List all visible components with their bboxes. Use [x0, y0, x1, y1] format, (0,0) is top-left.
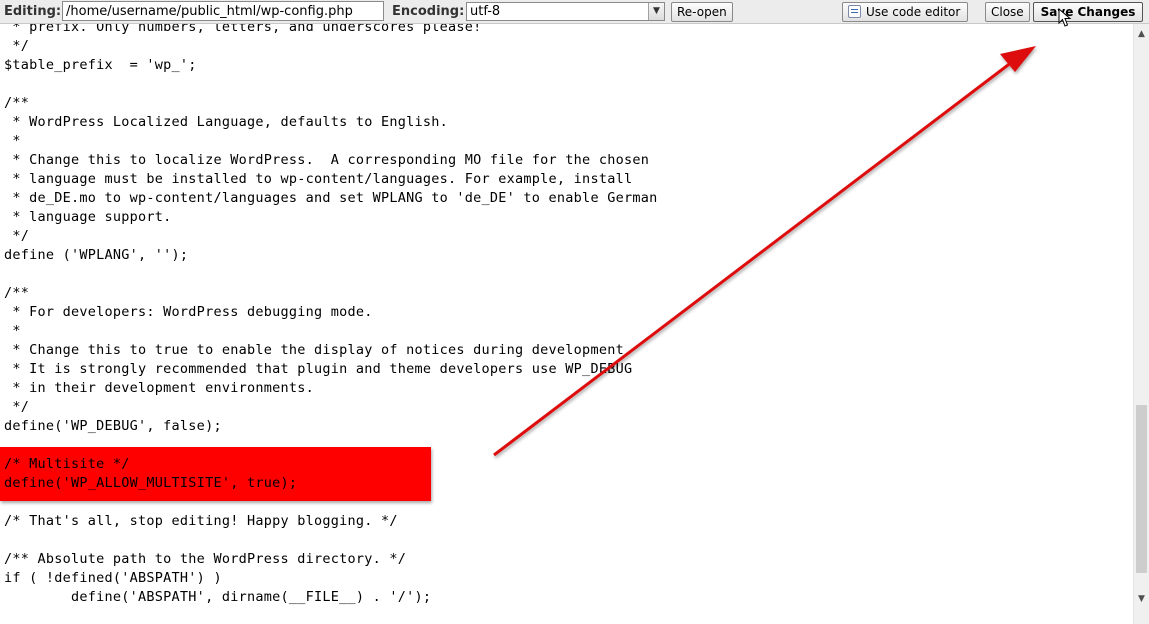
- use-code-editor-button[interactable]: Use code editor: [842, 2, 968, 22]
- encoding-value: utf-8: [470, 4, 501, 19]
- code-line: /** Absolute path to the WordPress direc…: [4, 551, 407, 567]
- vertical-scrollbar[interactable]: ▲ ▼: [1133, 24, 1149, 624]
- code-line: /**: [4, 95, 30, 111]
- code-line: * Change this to true to enable the disp…: [4, 342, 633, 358]
- file-path-input[interactable]: [62, 1, 384, 21]
- code-line: *: [4, 133, 21, 149]
- code-line: define ('WPLANG', '');: [4, 247, 189, 263]
- highlighted-code-line: /* Multisite */: [4, 456, 130, 472]
- code-line: * For developers: WordPress debugging mo…: [4, 304, 373, 320]
- code-line: * language support.: [4, 209, 172, 225]
- code-line: * de_DE.mo to wp-content/languages and s…: [4, 190, 658, 206]
- code-line: if ( !defined('ABSPATH') ): [4, 570, 222, 586]
- editor-toolbar: Editing: Encoding: utf-8 ▼ Re-open Use c…: [0, 0, 1149, 24]
- mouse-pointer-icon: [1058, 8, 1072, 27]
- code-line: define('ABSPATH', dirname(__FILE__) . '/…: [4, 589, 432, 605]
- code-line: */: [4, 399, 30, 415]
- scroll-down-arrow-icon[interactable]: ▼: [1134, 591, 1149, 608]
- encoding-select[interactable]: utf-8 ▼: [466, 2, 665, 21]
- code-line: * in their development environments.: [4, 380, 314, 396]
- code-line: * Change this to localize WordPress. A c…: [4, 152, 650, 168]
- code-line: define('WP_DEBUG', false);: [4, 418, 222, 434]
- code-line: * WordPress Localized Language, defaults…: [4, 114, 449, 130]
- use-code-editor-label: Use code editor: [866, 5, 961, 19]
- scroll-up-arrow-icon[interactable]: ▲: [1134, 26, 1149, 43]
- code-editor-icon: [848, 5, 861, 18]
- editing-label: Editing:: [4, 4, 62, 19]
- code-line: * language must be installed to wp-conte…: [4, 171, 633, 187]
- highlighted-code-line: define('WP_ALLOW_MULTISITE', true);: [4, 475, 298, 491]
- close-button[interactable]: Close: [985, 2, 1030, 22]
- code-line: */: [4, 228, 30, 244]
- chevron-down-icon: ▼: [648, 3, 664, 20]
- code-line: */: [4, 38, 30, 54]
- code-editor-textarea[interactable]: * prefix. Only numbers, letters, and und…: [0, 24, 1133, 624]
- code-line: *: [4, 323, 21, 339]
- code-line: /* That's all, stop editing! Happy blogg…: [4, 513, 398, 529]
- reopen-button[interactable]: Re-open: [671, 2, 733, 22]
- save-changes-button[interactable]: Save Changes: [1033, 2, 1143, 22]
- code-line: $table_prefix = 'wp_';: [4, 57, 197, 73]
- scroll-thumb[interactable]: [1136, 405, 1147, 573]
- code-line: * It is strongly recommended that plugin…: [4, 361, 633, 377]
- encoding-label: Encoding:: [392, 4, 465, 19]
- code-line: /**: [4, 285, 30, 301]
- code-line: * prefix. Only numbers, letters, and und…: [4, 24, 482, 35]
